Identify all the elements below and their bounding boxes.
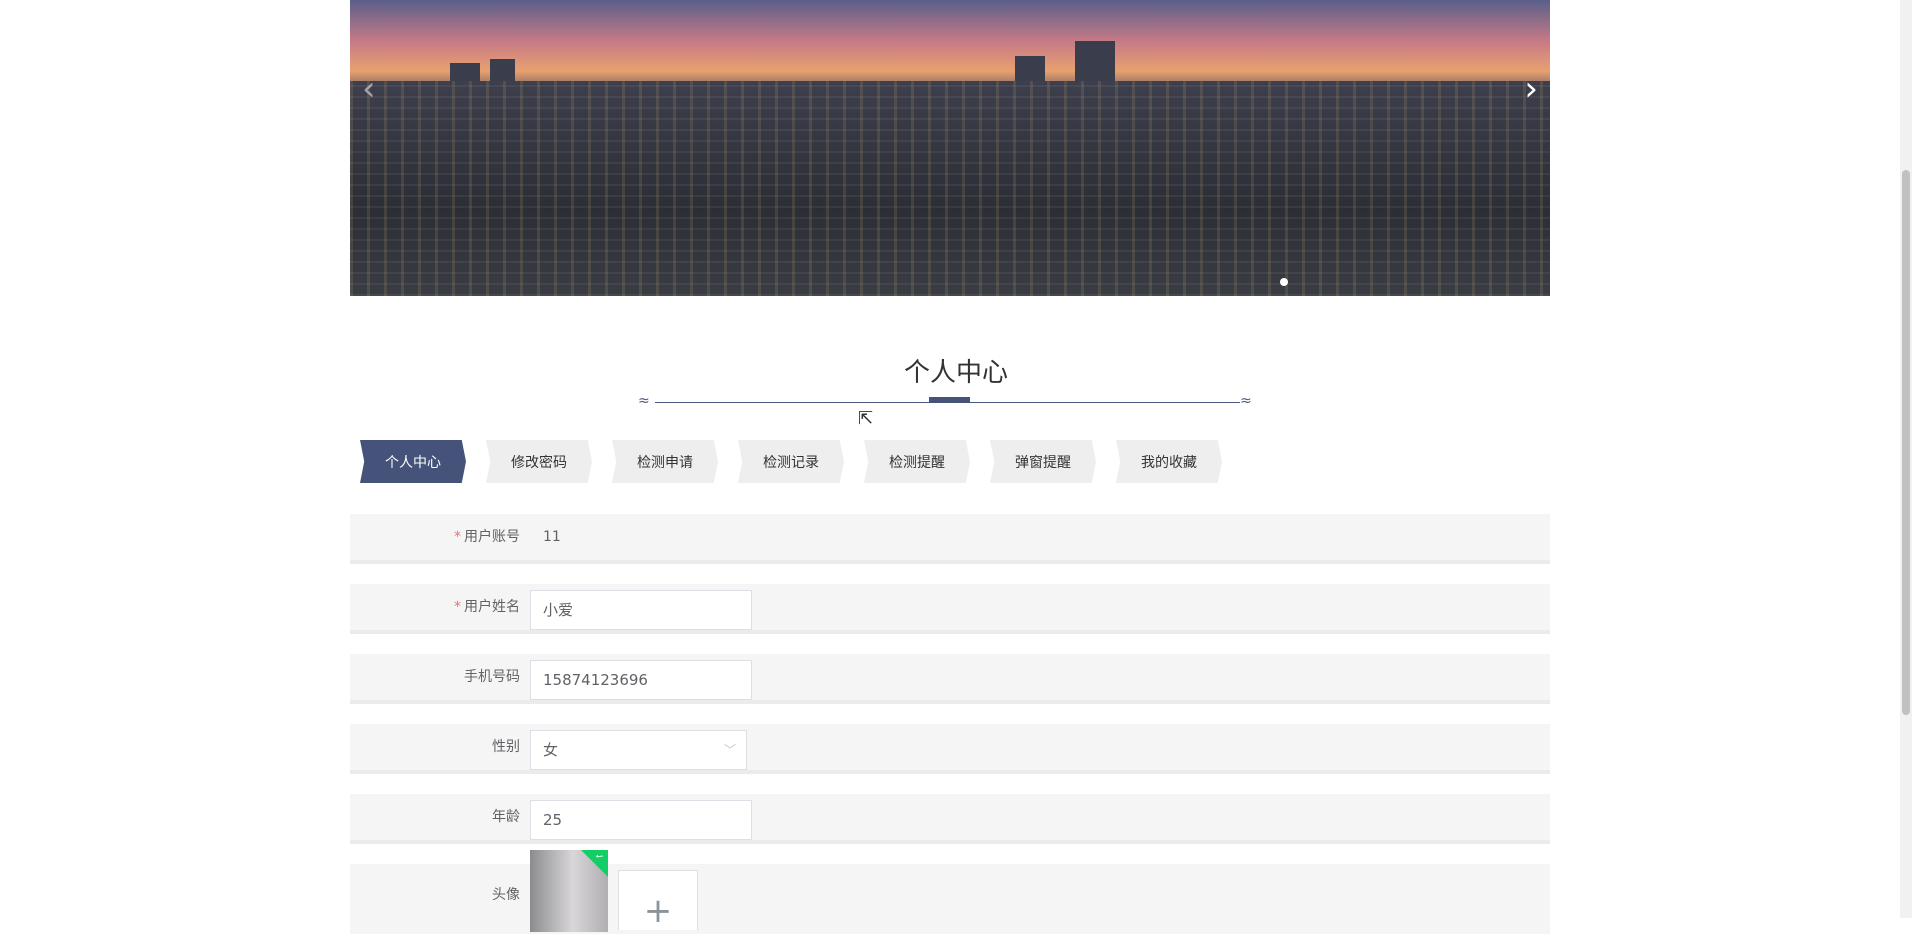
- carousel-prev-icon[interactable]: ‹: [362, 72, 376, 106]
- upload-button[interactable]: +: [618, 870, 698, 931]
- form-row-gender: 性别 女 ﹀: [350, 724, 1550, 774]
- tab-test-application[interactable]: 检测申请: [612, 440, 718, 483]
- tab-personal-center[interactable]: 个人中心: [360, 440, 466, 483]
- divider-ornament-left: ≈: [638, 393, 650, 409]
- avatar-image[interactable]: ✓: [530, 850, 608, 932]
- profile-tabs: 个人中心 修改密码 检测申请 检测记录 检测提醒 弹窗提醒 我的收藏: [360, 440, 1222, 483]
- tab-change-password[interactable]: 修改密码: [486, 440, 592, 483]
- age-input[interactable]: 25: [530, 800, 752, 840]
- phone-label: 手机号码: [464, 669, 520, 685]
- tab-my-favorites[interactable]: 我的收藏: [1116, 440, 1222, 483]
- form-row-name: * 用户姓名 小爱: [350, 584, 1550, 634]
- gender-label: 性别: [492, 739, 520, 755]
- scrollbar-thumb[interactable]: [1902, 170, 1910, 715]
- tab-test-reminder[interactable]: 检测提醒: [864, 440, 970, 483]
- carousel-indicator[interactable]: [1280, 278, 1288, 286]
- required-mark: *: [454, 529, 461, 545]
- required-mark: *: [454, 599, 461, 615]
- mouse-cursor-icon: ⇱: [858, 408, 874, 429]
- banner-image: [350, 81, 1550, 296]
- divider-ornament-right: ≈: [1240, 393, 1252, 409]
- avatar-label: 头像: [492, 887, 520, 903]
- gender-value: 女: [543, 741, 559, 759]
- chevron-down-icon: ﹀: [723, 743, 736, 757]
- form-row-avatar: 头像 ✓ +: [350, 850, 1550, 934]
- form-row-account: * 用户账号 11: [350, 514, 1550, 564]
- name-input[interactable]: 小爱: [530, 590, 752, 630]
- age-label: 年龄: [492, 809, 520, 825]
- form-row-age: 年龄 25: [350, 794, 1550, 844]
- title-divider-mark: [929, 397, 970, 403]
- gender-select[interactable]: 女 ﹀: [530, 730, 747, 770]
- tab-popup-reminder[interactable]: 弹窗提醒: [990, 440, 1096, 483]
- phone-input[interactable]: 15874123696: [530, 660, 752, 700]
- banner-carousel: ‹ ›: [350, 0, 1550, 296]
- tab-test-records[interactable]: 检测记录: [738, 440, 844, 483]
- carousel-next-icon[interactable]: ›: [1524, 72, 1538, 106]
- form-row-phone: 手机号码 15874123696: [350, 654, 1550, 704]
- account-value: 11: [543, 529, 561, 545]
- check-icon: ✓: [579, 850, 608, 877]
- account-label: 用户账号: [464, 529, 520, 545]
- scrollbar[interactable]: [1900, 0, 1912, 918]
- name-label: 用户姓名: [464, 599, 520, 615]
- page-title: 个人中心: [903, 358, 1008, 388]
